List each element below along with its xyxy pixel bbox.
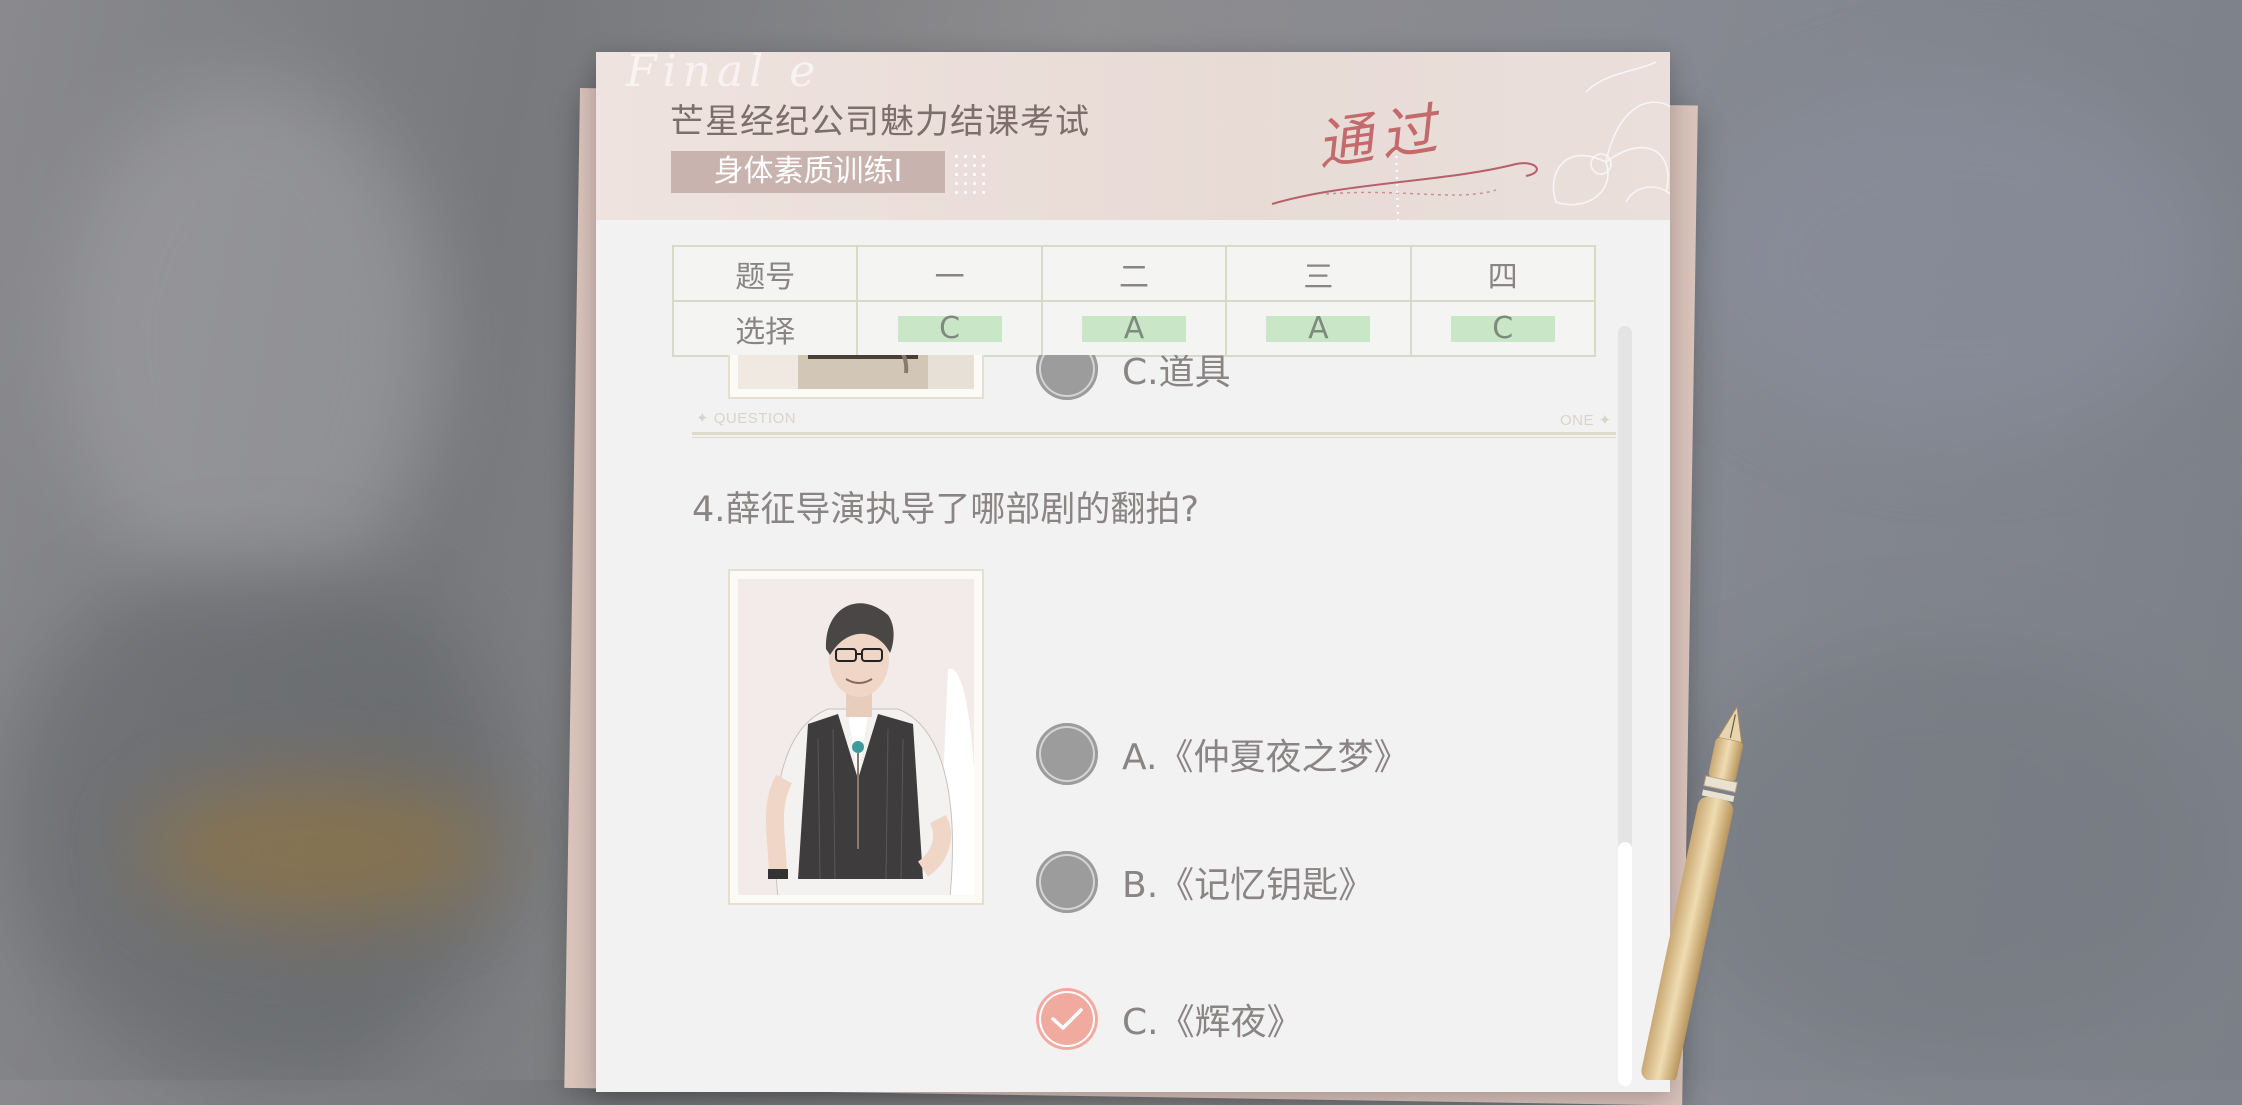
option-label: A.《仲夏夜之梦》 (1122, 737, 1410, 778)
question-text: 4.薛征导演执导了哪部剧的翻拍? (692, 490, 1199, 530)
header-deco-script: Final e (626, 52, 822, 97)
checkmark-icon[interactable] (1036, 988, 1098, 1050)
divider-tag-right: ONE ✦ (1560, 412, 1612, 429)
answer-value: C (1450, 314, 1555, 344)
question-number: 一 (856, 245, 1043, 302)
question-number: 四 (1409, 245, 1597, 302)
option-a[interactable]: A.《仲夏夜之梦》 (1036, 722, 1409, 786)
exam-header: Final e 芒星经纪公司魅力结课考试 身体素质训练Ⅰ 通过 (596, 52, 1670, 221)
check-glyph-icon (1051, 1008, 1083, 1030)
character-portrait (728, 569, 984, 905)
unselected-radio-icon[interactable] (1036, 851, 1098, 913)
question-divider-thin (692, 437, 1616, 438)
answer-cell[interactable]: C (856, 300, 1043, 357)
fountain-pen-icon (1641, 705, 1743, 1080)
question-number: 三 (1225, 245, 1412, 302)
answer-cell[interactable]: A (1040, 300, 1228, 357)
exam-title: 芒星经纪公司魅力结课考试 (670, 102, 1090, 142)
answer-value: A (1266, 314, 1371, 344)
dot-grid-decoration (952, 152, 988, 194)
flower-decoration-icon (1552, 61, 1670, 206)
answer-sheet-table: 题号 一 二 三 四 选择 C A A C (671, 245, 1597, 357)
scrollbar-thumb[interactable] (1618, 842, 1632, 1086)
answer-value: A (1081, 314, 1186, 344)
option-label: C.《辉夜》 (1122, 1002, 1303, 1043)
background-blur (140, 780, 500, 920)
option-c[interactable]: C.《辉夜》 (1036, 987, 1303, 1051)
unselected-radio-icon[interactable] (1036, 723, 1098, 785)
choice-row: 选择 C A A C (671, 300, 1597, 357)
option-label: B.《记忆钥匙》 (1122, 865, 1375, 906)
option-label: C.道具 (1122, 355, 1231, 393)
background-blur (60, 80, 440, 600)
background-blur (1700, 80, 2220, 440)
answer-value: C (897, 314, 1002, 344)
portrait-image (738, 355, 974, 389)
option-b[interactable]: B.《记忆钥匙》 (1036, 850, 1374, 914)
question-number-row: 题号 一 二 三 四 (671, 245, 1597, 302)
question-number: 二 (1040, 245, 1228, 302)
character-portrait (728, 355, 984, 399)
answer-cell[interactable]: A (1225, 300, 1412, 357)
portrait-image (738, 579, 974, 895)
question-divider (692, 432, 1616, 435)
exam-paper: Final e 芒星经纪公司魅力结课考试 身体素质训练Ⅰ 通过 题号 一 二 三… (596, 52, 1670, 1092)
divider-tag-left: ✦ QUESTION (696, 410, 797, 427)
question-scroll-area[interactable]: C.道具 ✦ QUESTION ONE ✦ 4.薛征导演执导了哪部剧的翻拍? A… (596, 355, 1670, 1092)
row-label: 选择 (671, 300, 859, 357)
option-c-prev[interactable]: C.道具 (1036, 355, 1231, 401)
row-label: 题号 (671, 245, 859, 302)
unselected-radio-icon[interactable] (1036, 355, 1098, 400)
answer-cell[interactable]: C (1409, 300, 1597, 357)
subject-tag: 身体素质训练Ⅰ (671, 151, 945, 193)
